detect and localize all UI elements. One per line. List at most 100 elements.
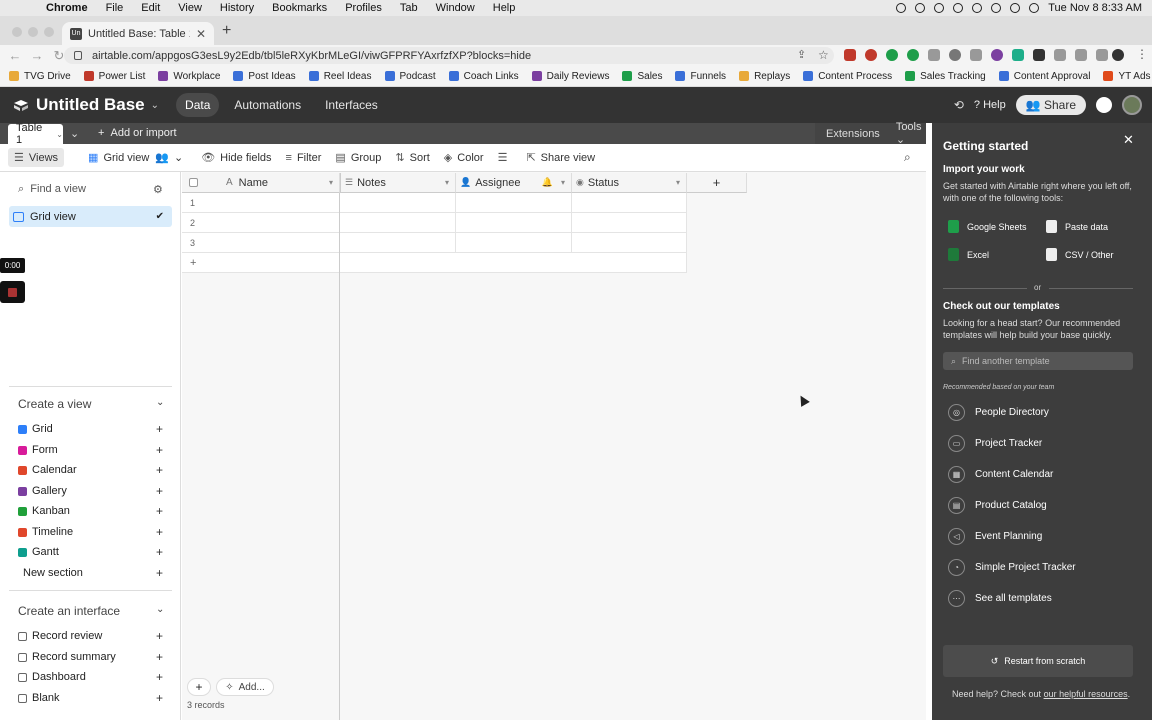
find-view-input[interactable]: ⌕ Find a view [18, 183, 86, 196]
close-window-button[interactable] [12, 27, 22, 37]
select-all-checkbox[interactable] [189, 178, 198, 187]
bookmark-item[interactable]: Daily Reviews [531, 71, 609, 82]
search-icon[interactable] [1029, 3, 1040, 13]
tab-automations[interactable]: Automations [225, 93, 310, 117]
close-tab-icon[interactable]: ✕ [196, 27, 206, 41]
helpful-resources-link[interactable]: our helpful resources [1044, 689, 1128, 699]
sort-button[interactable]: ⇅ Sort [395, 151, 429, 165]
create-interface-item[interactable]: Record summary + [18, 650, 163, 664]
bookmark-item[interactable]: Workplace [158, 71, 220, 82]
column-header-notes[interactable]: ☰ Notes ▾ [340, 173, 456, 193]
chevron-down-icon[interactable]: ▾ [676, 178, 680, 187]
menu-history[interactable]: History [220, 2, 254, 14]
close-icon[interactable]: ✕ [1123, 132, 1134, 148]
menu-view[interactable]: View [178, 2, 202, 14]
back-icon[interactable]: ← [8, 48, 22, 63]
share-button[interactable]: 👥 Share [1015, 95, 1086, 115]
gear-icon[interactable]: ⚙ [153, 183, 163, 196]
add-row-button[interactable]: + [182, 253, 687, 273]
group-button[interactable]: ▤ Group [335, 151, 381, 165]
template-item[interactable]: ▭ Project Tracker [948, 435, 1042, 452]
bookmark-item[interactable]: Sales [622, 71, 662, 82]
settings-icon[interactable] [934, 3, 945, 13]
create-interface-header[interactable]: Create an interface ⌄ [18, 604, 164, 618]
chevron-down-icon[interactable]: ▾ [561, 178, 565, 187]
datetime[interactable]: Tue Nov 8 8:33 AM [1048, 2, 1142, 14]
create-interface-item[interactable]: Blank + [18, 691, 163, 705]
table-cell[interactable] [456, 233, 572, 253]
bookmark-item[interactable]: Reel Ideas [308, 71, 372, 82]
import-csv[interactable]: CSV / Other [1046, 248, 1114, 261]
extension-icon[interactable] [949, 49, 961, 61]
airtable-logo-icon[interactable] [13, 99, 29, 112]
table-cell[interactable] [340, 193, 456, 213]
wifi-icon[interactable] [1010, 3, 1021, 13]
add-record-button[interactable]: + [187, 678, 211, 696]
grid-view-switcher[interactable]: ▦ Grid view 👥 ⌄ [88, 151, 183, 165]
table-cell[interactable] [456, 193, 572, 213]
menu-file[interactable]: File [106, 2, 124, 14]
row-primary-cell[interactable]: 3 [182, 233, 340, 253]
chevron-down-icon[interactable]: ⌄ [56, 130, 63, 139]
extensions-button[interactable]: Extensions [826, 128, 880, 140]
browser-tab[interactable]: Un Untitled Base: Table 1 - Airtable ✕ [62, 22, 214, 45]
add-field-button[interactable]: + [687, 173, 747, 193]
extensions-puzzle-icon[interactable] [1054, 49, 1066, 61]
import-google-sheets[interactable]: Google Sheets [948, 220, 1027, 233]
extension-icon[interactable] [865, 49, 877, 61]
create-view-gallery[interactable]: Gallery + [18, 484, 163, 498]
share-view-button[interactable]: ⇱ Share view [526, 151, 595, 165]
create-interface-item[interactable]: Record review + [18, 629, 163, 643]
extension-icon[interactable] [844, 49, 856, 61]
table-tab[interactable]: Table 1 ⌄ [8, 122, 63, 146]
row-height-button[interactable]: ☰ [498, 151, 513, 164]
notifications-bell-icon[interactable] [1096, 97, 1112, 113]
bookmark-item[interactable]: YT Ads [1103, 71, 1151, 82]
tools-button[interactable]: Tools ⌄ [896, 121, 926, 146]
status-icon[interactable] [915, 3, 926, 13]
template-item[interactable]: ⋯ See all templates [948, 590, 1052, 607]
template-item[interactable]: ◎ People Directory [948, 404, 1049, 421]
zoom-window-button[interactable] [44, 27, 54, 37]
table-cell[interactable] [572, 193, 687, 213]
table-cell[interactable] [572, 233, 687, 253]
template-search-input[interactable]: ⌕ Find another template [943, 352, 1133, 370]
menu-app[interactable]: Chrome [46, 2, 88, 14]
filter-button[interactable]: ≡ Filter [286, 152, 322, 164]
create-view-grid[interactable]: Grid + [18, 422, 163, 436]
avatar[interactable] [1122, 95, 1142, 115]
chevron-down-icon[interactable]: ▾ [445, 178, 449, 187]
menu-help[interactable]: Help [493, 2, 516, 14]
bookmark-item[interactable]: Power List [83, 71, 145, 82]
reading-list-icon[interactable] [1075, 49, 1087, 61]
create-view-form[interactable]: Form + [18, 443, 163, 457]
add-button[interactable]: ✧ Add... [216, 678, 274, 696]
create-interface-item[interactable]: Dashboard + [18, 670, 163, 684]
bookmark-item[interactable]: Content Process [803, 71, 892, 82]
template-item[interactable]: ▤ Product Catalog [948, 497, 1047, 514]
extension-icon[interactable] [928, 49, 940, 61]
bookmark-item[interactable]: Content Approval [998, 71, 1090, 82]
template-item[interactable]: ◔ Simple Project Tracker [948, 559, 1076, 576]
template-item[interactable]: ▦ Content Calendar [948, 466, 1053, 483]
tab-interfaces[interactable]: Interfaces [316, 93, 387, 117]
menu-bookmarks[interactable]: Bookmarks [272, 2, 327, 14]
hide-fields-button[interactable]: 👁 Hide fields [201, 151, 271, 165]
forward-icon[interactable]: → [30, 48, 44, 63]
chevron-down-icon[interactable]: ▾ [329, 178, 333, 187]
color-button[interactable]: ◈ Color [444, 151, 484, 165]
extension-icon[interactable] [970, 49, 982, 61]
bookmark-star-icon[interactable]: ☆ [818, 48, 829, 62]
help-button[interactable]: ? Help [974, 99, 1006, 111]
create-view-gantt[interactable]: Gantt + [18, 545, 163, 559]
minimize-window-button[interactable] [28, 27, 38, 37]
extension-icon[interactable] [1012, 49, 1024, 61]
extension-icon[interactable] [886, 49, 898, 61]
new-section-item[interactable]: New section + [23, 566, 163, 580]
create-view-calendar[interactable]: Calendar + [18, 463, 163, 477]
template-item[interactable]: ◁ Event Planning [948, 528, 1042, 545]
chevron-down-icon[interactable]: ⌄ [151, 100, 159, 111]
play-icon[interactable] [953, 3, 964, 13]
apps-grid-icon[interactable] [1033, 49, 1045, 61]
import-paste-data[interactable]: Paste data [1046, 220, 1108, 233]
